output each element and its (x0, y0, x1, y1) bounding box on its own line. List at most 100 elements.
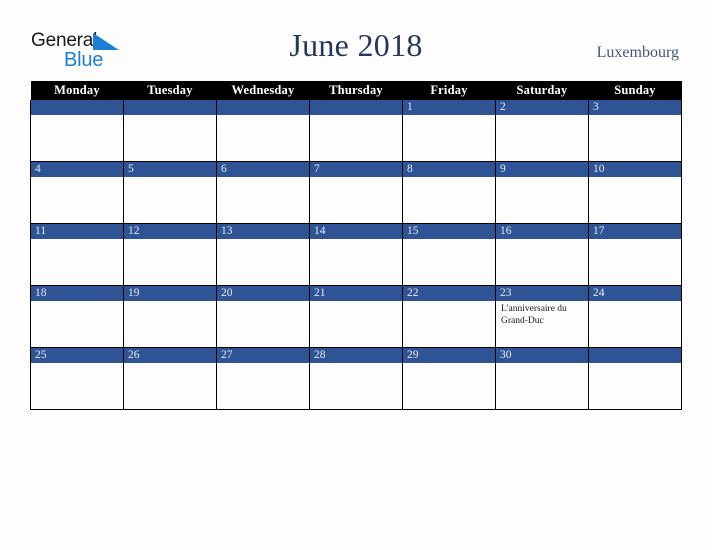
day-cell-body (217, 177, 309, 223)
day-number (310, 100, 402, 115)
weekday-header-sunday: Sunday (588, 81, 682, 100)
day-cell-25[interactable]: 25 (30, 347, 124, 410)
day-cell-21[interactable]: 21 (309, 285, 403, 348)
day-cell-body (124, 115, 216, 161)
day-cell-body (31, 115, 123, 161)
calendar-body: 1 2 3 4 5 6 7 8 9 10 11 12 13 14 15 16 17 18 19 20 21 22 23 L'a… (30, 100, 682, 410)
day-cell-19[interactable]: 19 (123, 285, 217, 348)
day-cell-body (310, 301, 402, 347)
day-number: 1 (403, 100, 495, 115)
day-cell-body (217, 301, 309, 347)
day-cell-body (589, 115, 681, 161)
day-number: 27 (217, 348, 309, 363)
day-number: 14 (310, 224, 402, 239)
day-cell-empty[interactable] (123, 100, 217, 162)
day-cell-7[interactable]: 7 (309, 161, 403, 224)
weekday-header-wednesday: Wednesday (216, 81, 310, 100)
day-number: 23 (496, 286, 588, 301)
day-cell-empty[interactable] (309, 100, 403, 162)
day-cell-body (217, 239, 309, 285)
day-number: 29 (403, 348, 495, 363)
day-cell-body (124, 239, 216, 285)
day-cell-30[interactable]: 30 (495, 347, 589, 410)
day-cell-body (589, 301, 681, 347)
day-number: 11 (31, 224, 123, 239)
day-cell-body (31, 177, 123, 223)
day-cell-27[interactable]: 27 (216, 347, 310, 410)
day-cell-body (217, 363, 309, 409)
day-cell-2[interactable]: 2 (495, 100, 589, 162)
day-cell-5[interactable]: 5 (123, 161, 217, 224)
day-number: 9 (496, 162, 588, 177)
day-number: 3 (589, 100, 681, 115)
day-cell-body (124, 363, 216, 409)
day-cell-body (403, 363, 495, 409)
day-cell-20[interactable]: 20 (216, 285, 310, 348)
calendar-header-row: Monday Tuesday Wednesday Thursday Friday Satu… (30, 81, 682, 100)
day-cell-body (31, 301, 123, 347)
day-cell-17[interactable]: 17 (588, 223, 682, 286)
day-cell-body (310, 115, 402, 161)
day-cell-body (124, 177, 216, 223)
day-cell-1[interactable]: 1 (402, 100, 496, 162)
weekday-header-row: Monday Tuesday Wednesday Thursday Friday Satu… (30, 81, 682, 100)
day-number: 10 (589, 162, 681, 177)
day-cell-12[interactable]: 12 (123, 223, 217, 286)
day-cell-body (496, 115, 588, 161)
day-cell-body (589, 177, 681, 223)
calendar-week-row: 18 19 20 21 22 23 L'anniversaire du Grand-Duc 2… (30, 285, 682, 348)
day-cell-body (589, 239, 681, 285)
day-number: 8 (403, 162, 495, 177)
day-number: 13 (217, 224, 309, 239)
day-cell-body (496, 363, 588, 409)
day-cell-4[interactable]: 4 (30, 161, 124, 224)
weekday-header-monday: Monday (30, 81, 124, 100)
day-number: 21 (310, 286, 402, 301)
day-cell-24[interactable]: 24 (588, 285, 682, 348)
day-number: 26 (124, 348, 216, 363)
day-number: 16 (496, 224, 588, 239)
calendar-container: Monday Tuesday Wednesday Thursday Friday Satu… (30, 81, 682, 410)
day-cell-body (403, 177, 495, 223)
day-cell-body (496, 239, 588, 285)
day-cell-15[interactable]: 15 (402, 223, 496, 286)
day-number: 20 (217, 286, 309, 301)
day-cell-13[interactable]: 13 (216, 223, 310, 286)
day-cell-8[interactable]: 8 (402, 161, 496, 224)
calendar-week-row: 123 (30, 100, 682, 162)
day-cell-body (310, 239, 402, 285)
day-cell-11[interactable]: 11 (30, 223, 124, 286)
day-cell-29[interactable]: 29 (402, 347, 496, 410)
day-number: 25 (31, 348, 123, 363)
day-cell-9[interactable]: 9 (495, 161, 589, 224)
day-cell-3[interactable]: 3 (588, 100, 682, 162)
day-number: 17 (589, 224, 681, 239)
day-cell-16[interactable]: 16 (495, 223, 589, 286)
day-cell-6[interactable]: 6 (216, 161, 310, 224)
holiday-label: L'anniversaire du Grand-Duc (501, 304, 567, 326)
day-number: 7 (310, 162, 402, 177)
day-cell-22[interactable]: 22 (402, 285, 496, 348)
day-number: 28 (310, 348, 402, 363)
day-cell-body: L'anniversaire du Grand-Duc (496, 301, 588, 347)
day-cell-26[interactable]: 26 (123, 347, 217, 410)
day-cell-28[interactable]: 28 (309, 347, 403, 410)
day-cell-body (124, 301, 216, 347)
day-cell-14[interactable]: 14 (309, 223, 403, 286)
day-number: 22 (403, 286, 495, 301)
day-cell-body (217, 115, 309, 161)
day-cell-23[interactable]: 23 L'anniversaire du Grand-Duc (495, 285, 589, 348)
country-label: Luxembourg (596, 44, 679, 61)
day-cell-18[interactable]: 18 (30, 285, 124, 348)
day-cell-body (403, 239, 495, 285)
day-cell-10[interactable]: 10 (588, 161, 682, 224)
day-number: 18 (31, 286, 123, 301)
day-number: 2 (496, 100, 588, 115)
calendar-week-row: 11 12 13 14 15 16 17 (30, 223, 682, 286)
day-cell-empty[interactable] (588, 347, 682, 410)
day-cell-body (403, 301, 495, 347)
day-cell-body (310, 177, 402, 223)
day-cell-body (496, 177, 588, 223)
day-cell-empty[interactable] (30, 100, 124, 162)
day-cell-empty[interactable] (216, 100, 310, 162)
